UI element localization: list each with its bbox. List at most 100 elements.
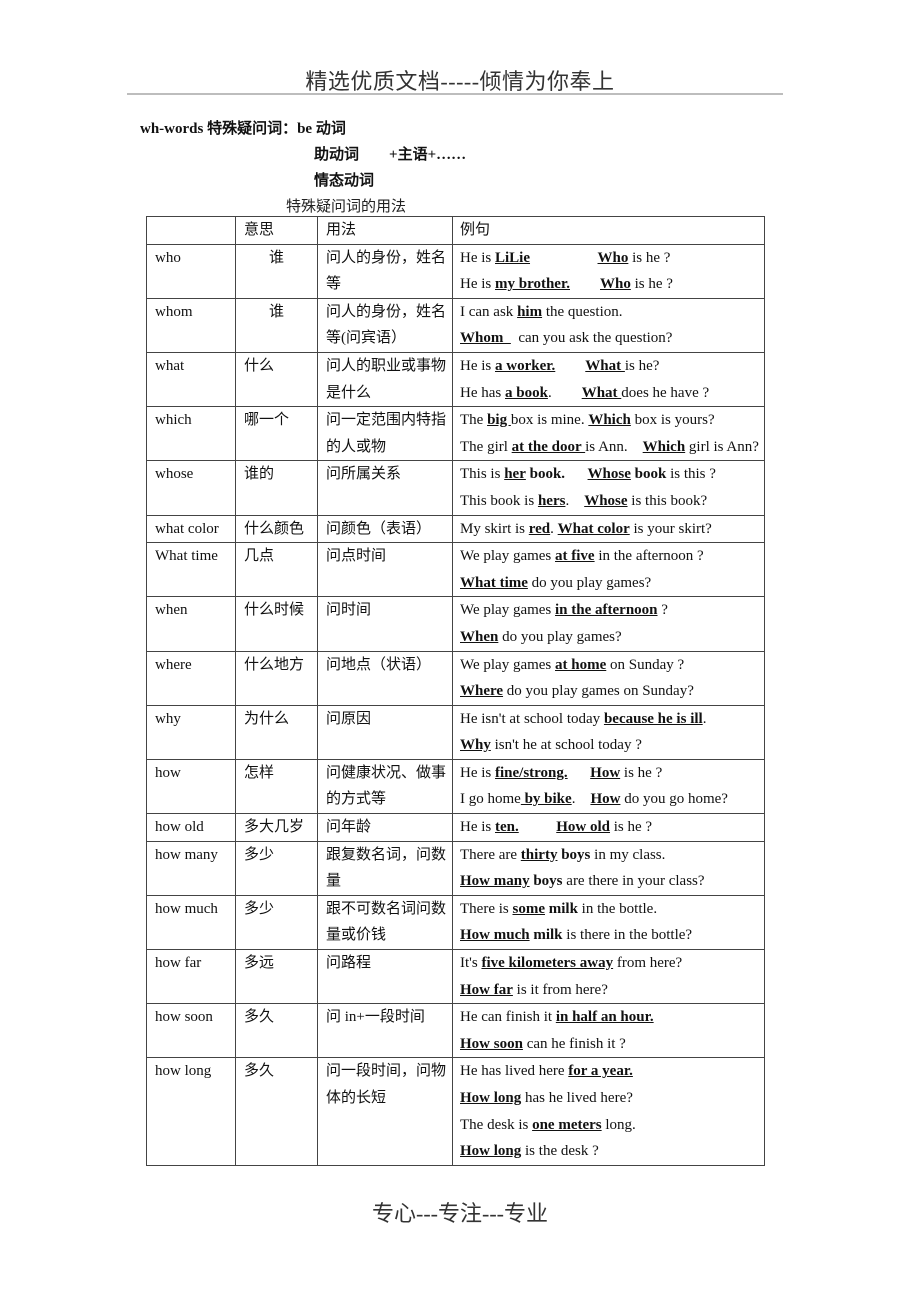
- cell-usage: 问一段时间，问物体的长短: [317, 1057, 453, 1166]
- cell-usage: 问路程: [317, 949, 453, 1005]
- bold-word: boys: [533, 873, 563, 890]
- emphasized-phrase: in half an hour.: [555, 1009, 654, 1026]
- example-sentence: How many boys are there in your class?: [460, 868, 764, 895]
- table-row: why 为什么 问原因 He isn't at school today becaus…: [146, 704, 765, 760]
- emphasized-phrase: How: [590, 791, 621, 808]
- sentence-text: can you ask the question?: [510, 330, 673, 347]
- cell-word: how long: [146, 1057, 236, 1166]
- cell-meaning: 谁: [235, 297, 318, 353]
- sentence-text: There are: [460, 846, 521, 863]
- example-sentence: My skirt is red. What color is your skir…: [460, 516, 764, 543]
- cell-examples: He is ten. How old is he ?: [452, 813, 765, 842]
- table-row: how 怎样 问健康状况、做事的方式等 He is fine/strong. How …: [146, 758, 765, 815]
- table-row: how much 多少 跟不可数名词问数量或价钱 There is some milk…: [146, 894, 765, 951]
- emphasized-phrase: a book: [505, 384, 548, 401]
- cell-meaning: 怎样: [235, 758, 318, 815]
- sentence-text: .: [571, 791, 591, 808]
- cell-word: what color: [146, 514, 236, 544]
- sentence-text: do you play games on Sunday?: [503, 683, 694, 700]
- example-sentence: He can finish it in half an hour.: [460, 1004, 764, 1031]
- sentence-text: in my class.: [590, 846, 666, 863]
- example-sentence: This book is hers. Whose is this book?: [460, 488, 764, 515]
- sentence-text: [555, 358, 585, 374]
- sentence-text: He has lived here: [460, 1063, 569, 1080]
- table-row: when 什么时候 问时间 We play games in the afternoo…: [146, 596, 765, 652]
- cell-word: how soon: [146, 1003, 236, 1059]
- cell-word: what: [146, 351, 236, 408]
- table-row: how soon 多久问 in+一段时间 He can finish it in h…: [146, 1003, 765, 1059]
- bold-word: book.: [529, 466, 566, 483]
- cell-usage: 问地点（状语）: [317, 650, 453, 706]
- cell-usage: 跟不可数名词问数量或价钱: [317, 894, 453, 951]
- emphasized-phrase: Whom: [460, 330, 511, 347]
- cell-usage: 问年龄: [317, 813, 453, 842]
- sentence-text: is it from here?: [512, 981, 608, 998]
- emphasized-phrase: How old: [556, 819, 611, 836]
- emphasized-phrase: in the afternoon: [555, 602, 658, 619]
- cell-examples: We play games at home on Sunday ? Where d…: [452, 650, 765, 706]
- cell-word: where: [146, 650, 236, 706]
- cell-word: whose: [146, 460, 236, 516]
- example-sentence: How long has he lived here?: [460, 1085, 764, 1112]
- cell-examples: My skirt is red. What color is your skir…: [452, 514, 765, 544]
- emphasized-phrase: How long: [460, 1090, 522, 1106]
- sentence-text: is he ?: [620, 764, 663, 781]
- example-sentence: It's five kilometers away from here?: [460, 950, 764, 977]
- sentence-text: girl is Ann?: [685, 438, 759, 455]
- cell-usage: 问人的身份，姓名等: [317, 243, 453, 299]
- emphasized-phrase: When: [460, 628, 499, 645]
- emphasized-phrase: What color: [557, 520, 630, 537]
- example-sentence: How soon can he finish it ?: [460, 1031, 764, 1058]
- emphasized-phrase: What time: [460, 574, 528, 591]
- cell-word: why: [146, 704, 236, 760]
- cell-examples: This is her book. Whose book is this ? Th…: [452, 460, 765, 516]
- sentence-text: He is: [460, 819, 495, 836]
- table-row: how far 多远 问路程 It's five kilometers away fr…: [146, 949, 765, 1005]
- emphasized-phrase: for a year.: [568, 1063, 633, 1080]
- sentence-text: in the afternoon ?: [594, 548, 704, 565]
- cell-meaning: 谁的: [235, 460, 318, 516]
- cell-word: how old: [146, 813, 236, 842]
- sentence-text: We play games: [460, 656, 556, 673]
- sentence-text: [565, 466, 588, 482]
- emphasized-phrase: thirty: [520, 846, 558, 863]
- emphasized-phrase: How much: [460, 927, 530, 944]
- cell-usage: 跟复数名词，问数量: [317, 840, 453, 896]
- table-row: what color 什么颜色 问颜色（表语） My skirt is red. Wh…: [146, 514, 765, 544]
- example-sentence: How long is the desk ?: [460, 1138, 764, 1165]
- emphasized-phrase: some: [512, 900, 545, 917]
- sentence-text: [570, 276, 600, 292]
- sentence-text: My skirt is: [460, 520, 529, 537]
- sentence-text: He isn't at school today: [460, 710, 604, 727]
- emphasized-phrase: by bike: [520, 791, 572, 808]
- example-sentence: This is her book. Whose book is this ?: [460, 461, 764, 488]
- example-sentence: He is my brother. Who is he ?: [460, 271, 764, 298]
- cell-meaning: 什么地方: [235, 650, 318, 706]
- cell-examples: He can finish it in half an hour. How soo…: [452, 1003, 765, 1059]
- emphasized-phrase: one meters: [532, 1116, 602, 1133]
- emphasized-phrase: hers: [537, 492, 566, 509]
- bold-word: milk: [548, 900, 578, 917]
- table-row: how many 多少 跟复数名词，问数量 There are thirty boys…: [146, 840, 765, 896]
- sentence-text: ?: [657, 602, 668, 619]
- cell-examples: He has lived here for a year. How long ha…: [452, 1057, 765, 1166]
- cell-usage: 问点时间: [317, 542, 453, 598]
- example-sentence: We play games in the afternoon ?: [460, 597, 764, 624]
- sentence-text: is Ann.: [585, 438, 643, 455]
- emphasized-phrase: How many: [460, 873, 530, 890]
- sentence-text: are there in your class?: [562, 873, 705, 890]
- page-footer: 专心---专注---专业: [372, 1201, 548, 1226]
- header-cell-meaning: 意思: [235, 216, 318, 245]
- table-row: whose 谁的 问所属关系 This is her book. Whose book…: [146, 460, 765, 516]
- table-row: how old 多大几岁 问年龄 He is ten. How old is he ?: [146, 813, 765, 842]
- table-header-row: 意思 用法 例句: [146, 216, 765, 245]
- emphasized-phrase: How long: [460, 1143, 522, 1160]
- example-sentence: The desk is one meters long.: [460, 1112, 764, 1139]
- cell-usage: 问原因: [317, 704, 453, 760]
- cell-meaning: 多大几岁: [235, 813, 318, 842]
- sentence-text: .: [565, 492, 585, 509]
- cell-meaning: 什么时候: [235, 596, 318, 652]
- cell-word: What time: [146, 542, 236, 598]
- sentence-text: do you play games?: [527, 574, 652, 591]
- cell-examples: There is some milk in the bottle. How muc…: [452, 894, 765, 951]
